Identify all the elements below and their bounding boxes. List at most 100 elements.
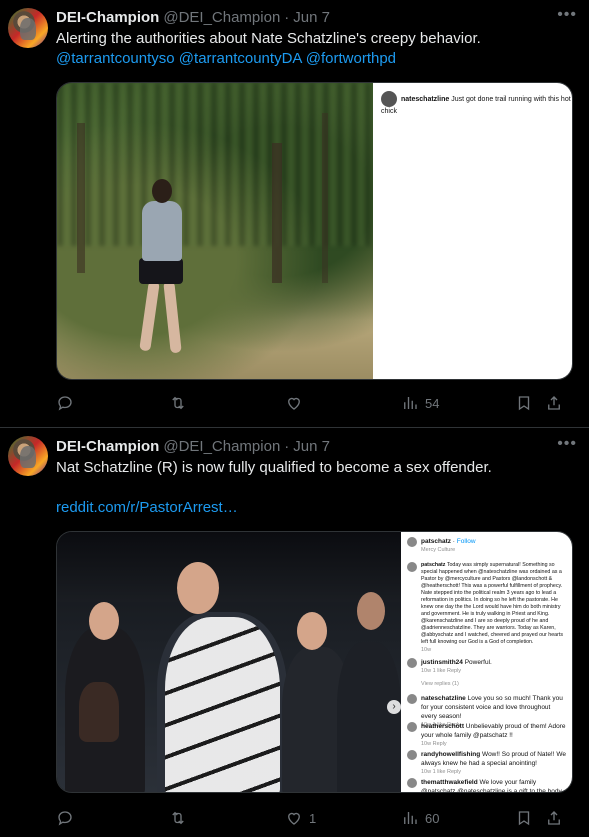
external-link[interactable]: reddit.com/r/PastorArrest…	[56, 499, 238, 516]
views-icon	[404, 397, 417, 409]
views-icon	[404, 812, 417, 824]
runner-leg	[139, 280, 160, 352]
tree-trunk	[77, 123, 85, 273]
face	[89, 602, 119, 640]
bookmark-button[interactable]	[515, 394, 545, 412]
views-count: 54	[425, 395, 440, 411]
share-button[interactable]	[545, 809, 573, 827]
bookmark-icon	[518, 811, 530, 826]
ig-avatar	[407, 658, 417, 668]
tree-trunk	[322, 113, 328, 283]
ig-username: nateschatzline	[401, 95, 450, 103]
reply-button[interactable]	[56, 394, 169, 412]
ig-comment: justinsmith24 Powerful. 10w 1 like Reply	[407, 658, 566, 676]
ig-avatar	[407, 537, 417, 547]
like-icon	[288, 812, 300, 825]
tweet-date[interactable]: Jun 7	[293, 438, 330, 455]
share-icon	[548, 811, 560, 825]
retweet-icon	[172, 396, 184, 410]
author-handle[interactable]: @DEI_Champion	[163, 438, 280, 455]
ig-comment: heatherschott Unbelievably proud of them…	[407, 722, 566, 749]
more-icon[interactable]: •••	[557, 435, 577, 453]
like-icon	[288, 397, 300, 410]
ig-avatar	[407, 778, 417, 788]
runner-leg	[163, 280, 182, 354]
ig-username: patschatz	[421, 562, 446, 568]
tweet-text: Nat Schatzline (R) is now fully qualifie…	[56, 458, 573, 518]
ig-avatar	[407, 562, 417, 572]
ig-meta: 10w 1 like Reply	[421, 769, 462, 775]
ordination-photo: ›	[57, 532, 401, 792]
tweet-header: DEI-Champion @DEI_Champion · Jun 7	[56, 7, 330, 27]
carousel-next-icon[interactable]: ›	[387, 700, 401, 714]
like-button[interactable]: 1	[285, 809, 401, 827]
share-button[interactable]	[545, 394, 573, 412]
share-icon	[548, 396, 560, 410]
child	[79, 682, 119, 742]
prayer-shawl	[165, 617, 280, 792]
ig-username: patschatz	[421, 538, 451, 545]
instagram-caption-panel: nateschatzline Just got done trail runni…	[373, 83, 572, 379]
tweet-date[interactable]: Jun 7	[293, 9, 330, 26]
ig-caption: patschatz Today was simply supernatural!…	[407, 562, 566, 655]
tweet[interactable]: DEI-Champion @DEI_Champion · Jun 7 ••• N…	[0, 428, 589, 837]
tweet[interactable]: DEI-Champion @DEI_Champion · Jun 7 ••• A…	[0, 0, 589, 427]
tweet-body: Nat Schatzline (R) is now fully qualifie…	[56, 459, 492, 476]
reply-button[interactable]	[56, 809, 169, 827]
like-button[interactable]	[285, 394, 401, 412]
tweet-header: DEI-Champion @DEI_Champion · Jun 7	[56, 436, 330, 456]
mention-link[interactable]: @tarrantcountyDA	[179, 50, 302, 67]
author-name[interactable]: DEI-Champion	[56, 9, 159, 26]
views-button[interactable]: 60	[401, 809, 515, 827]
tweet-text: Alerting the authorities about Nate Scha…	[56, 29, 573, 69]
separator: ·	[284, 8, 290, 26]
reply-icon	[58, 396, 72, 411]
ig-avatar	[407, 722, 417, 732]
runner-head	[152, 179, 172, 203]
views-button[interactable]: 54	[401, 394, 515, 412]
face	[357, 592, 385, 630]
bookmark-button[interactable]	[515, 809, 545, 827]
ig-header: patschatz · Follow Mercy Culture	[407, 537, 566, 555]
author-name[interactable]: DEI-Champion	[56, 438, 159, 455]
tweet-media[interactable]: › patschatz · Follow Mercy Culture patsc…	[56, 531, 573, 793]
ig-avatar	[381, 91, 397, 107]
ig-username: nateschatzline	[421, 695, 466, 702]
ig-meta: 10w 1 like Reply	[421, 668, 462, 674]
trail-photo	[57, 83, 373, 379]
retweet-button[interactable]	[169, 809, 285, 827]
ig-avatar	[407, 694, 417, 704]
ig-view-replies: View replies (1)	[407, 680, 566, 689]
ig-caption-text: Today was simply supernatural! Something…	[421, 562, 564, 645]
bookmark-icon	[518, 396, 530, 411]
ig-username: heatherschott	[421, 723, 464, 730]
tree-trunk	[272, 143, 282, 283]
ig-meta: 10w Reply	[421, 741, 447, 747]
avatar[interactable]	[8, 8, 48, 48]
author-handle[interactable]: @DEI_Champion	[163, 9, 280, 26]
ig-username: justinsmith24	[421, 659, 463, 666]
avatar[interactable]	[8, 436, 48, 476]
retweet-icon	[172, 811, 184, 825]
person-man-right	[337, 642, 401, 792]
face	[297, 612, 327, 650]
ig-follow-label: Follow	[456, 538, 476, 545]
instagram-post-panel: patschatz · Follow Mercy Culture patscha…	[401, 532, 572, 792]
retweet-button[interactable]	[169, 394, 285, 412]
face	[177, 562, 219, 614]
mention-link[interactable]: @tarrantcountyso	[56, 50, 175, 67]
ig-username: randyhowellfishing	[421, 751, 481, 758]
runner-torso	[142, 201, 182, 261]
stage-backdrop	[57, 532, 401, 602]
mention-link[interactable]: @fortworthpd	[306, 50, 396, 67]
tweet-media[interactable]: nateschatzline Just got done trail runni…	[56, 82, 573, 380]
separator: ·	[284, 437, 290, 455]
more-icon[interactable]: •••	[557, 6, 577, 24]
ig-comment: thematthwakefield We love your family @p…	[407, 778, 566, 792]
action-bar: 1 60	[56, 808, 573, 828]
ig-comment-text: Powerful.	[464, 659, 492, 666]
ig-comment: randyhowellfishing Wow!! So proud of Nat…	[407, 750, 566, 777]
runner-shorts	[139, 258, 183, 284]
ig-meta: 10w	[421, 647, 432, 653]
action-bar: 54	[56, 393, 573, 413]
